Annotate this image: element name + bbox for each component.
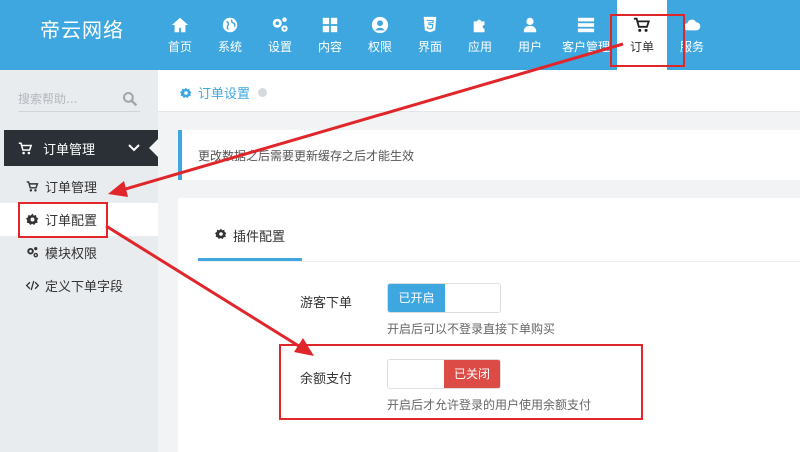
toggle-state-off: 已关闭 [444,360,500,388]
search-icon[interactable] [122,91,138,107]
nav-content[interactable]: 内容 [305,0,355,70]
notice-text: 更改数据之后需要更新缓存之后才能生效 [198,149,415,163]
gear-icon [180,87,192,98]
user-circle-icon [371,16,389,34]
nav-label: 权限 [367,40,392,54]
sidebar-item-order-management[interactable]: 订单管理 [0,170,158,203]
breadcrumb-current[interactable]: 订单设置 [198,83,250,102]
sidebar-group-label: 订单管理 [43,142,96,158]
tab-divider [198,261,800,262]
balance-pay-help: 开启后才允许登录的用户使用余额支付 [387,398,592,412]
nav-label: 服务 [679,40,704,54]
nav-label: 内容 [317,40,342,54]
sidebar-item-label: 订单配置 [45,214,98,229]
gear-icon [26,213,39,226]
home-icon [171,17,189,33]
main-nav: 首页 系统 设置 内容 权限 界面 应用 用户 客户管理 订单 服务 [155,0,717,70]
breadcrumb-bar: 订单设置 [158,70,800,112]
nav-label: 首页 [167,40,192,54]
sidebar: 订单管理 订单管理 订单配置 模块权限 定义下单字段 [0,70,159,452]
notice-callout: 更改数据之后需要更新缓存之后才能生效 [178,130,800,180]
nav-label: 应用 [467,40,492,54]
nav-label: 界面 [417,40,442,54]
code-icon [26,280,39,291]
guest-order-help: 开启后可以不登录直接下单购买 [387,322,556,336]
cart-icon [18,142,33,154]
nav-orders[interactable]: 订单 [617,0,667,70]
sidebar-item-custom-order-fields[interactable]: 定义下单字段 [0,269,158,302]
sidebar-item-label: 订单管理 [45,181,98,196]
tab-label: 插件配置 [232,230,285,245]
gear-icon [214,228,227,240]
sidebar-search [18,88,140,112]
balance-pay-label: 余额支付 [300,372,353,387]
cart-icon [633,17,650,32]
balance-pay-toggle[interactable]: 已关闭 [387,359,501,389]
user-icon [523,17,537,33]
sidebar-item-label: 定义下单字段 [45,280,124,295]
sidebar-item-order-config[interactable]: 订单配置 [0,203,158,236]
cogs-icon [272,17,288,32]
html5-icon [423,16,437,33]
guest-order-label: 游客下单 [300,296,353,311]
search-input[interactable] [18,88,118,110]
nav-customers[interactable]: 客户管理 [555,0,617,70]
guest-order-toggle[interactable]: 已开启 [387,283,501,313]
nav-label: 设置 [267,40,292,54]
nav-label: 客户管理 [561,40,610,54]
nav-home[interactable]: 首页 [155,0,205,70]
breadcrumb-dot [258,88,268,97]
chevron-down-icon [128,144,140,152]
globe-icon [222,17,238,33]
sidebar-item-module-permissions[interactable]: 模块权限 [0,236,158,269]
cart-icon [26,181,39,192]
nav-label: 系统 [217,40,242,54]
top-navbar: 帝云网络 首页 系统 设置 内容 权限 界面 应用 用户 客户管理 订单 服务 [0,0,800,70]
sidebar-item-label: 模块权限 [45,247,98,262]
nav-interface[interactable]: 界面 [405,0,455,70]
grid-icon [322,17,338,33]
server-icon [577,17,595,33]
puzzle-icon [473,19,485,33]
tab-plugin-config[interactable]: 插件配置 [198,226,302,261]
nav-settings[interactable]: 设置 [255,0,305,70]
brand-logo[interactable]: 帝云网络 [40,14,124,43]
nav-users[interactable]: 用户 [505,0,555,70]
nav-system[interactable]: 系统 [205,0,255,70]
cogs-icon [27,246,39,258]
nav-permission[interactable]: 权限 [355,0,405,70]
breadcrumb: 订单设置 [180,83,268,102]
toggle-state-on: 已开启 [388,284,445,312]
nav-label: 用户 [517,40,542,54]
nav-label: 订单 [629,40,654,54]
nav-services[interactable]: 服务 [667,0,717,70]
nav-apps[interactable]: 应用 [455,0,505,70]
config-panel: 插件配置 游客下单 已开启 开启后可以不登录直接下单购买 余额支付 已关闭 开启… [178,198,800,452]
sidebar-group-orders[interactable]: 订单管理 [4,130,159,166]
cloud-icon [683,19,701,31]
